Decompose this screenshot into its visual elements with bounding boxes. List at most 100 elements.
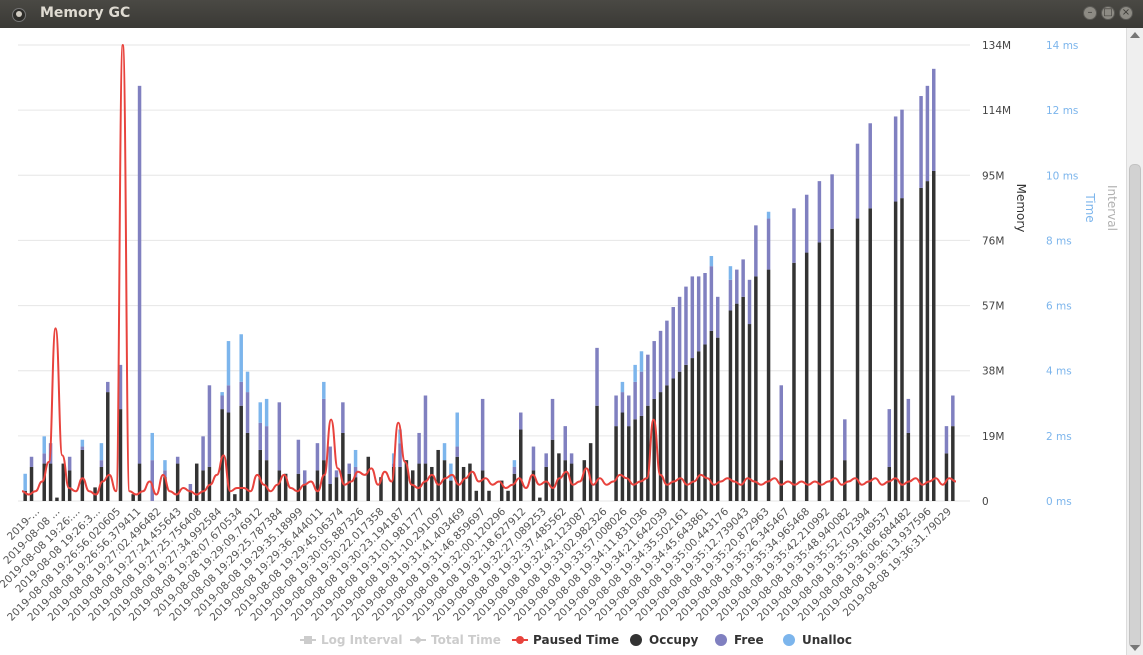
bar-occupy	[766, 269, 771, 501]
y2-tick-label: 4 ms	[1046, 366, 1072, 378]
bar-occupy	[131, 494, 135, 501]
window-title: Memory GC	[40, 5, 131, 21]
bar-free	[696, 276, 701, 352]
legend-marker	[630, 634, 642, 646]
bar-unalloc	[258, 402, 263, 423]
bar-unalloc	[42, 436, 46, 454]
bar-occupy	[684, 364, 688, 501]
bar-occupy	[677, 371, 682, 501]
bar-occupy	[347, 473, 351, 501]
bar-occupy	[264, 460, 269, 501]
legend-marker	[715, 634, 727, 646]
bar-occupy	[398, 466, 402, 501]
bar-free	[315, 443, 320, 471]
bar-occupy	[302, 483, 307, 501]
vertical-scrollbar[interactable]	[1126, 28, 1143, 655]
bar-occupy	[843, 460, 847, 501]
bar-occupy	[366, 456, 371, 501]
bar-occupy	[563, 460, 567, 501]
bar-occupy	[48, 463, 53, 501]
bar-free	[137, 85, 142, 464]
legend-marker	[516, 636, 524, 644]
bar-occupy	[29, 466, 34, 501]
bar-occupy	[544, 466, 548, 501]
bar-unalloc	[220, 392, 224, 396]
bar-free	[423, 395, 428, 464]
bar-occupy	[353, 477, 358, 501]
bar-occupy	[792, 262, 796, 501]
bar-occupy	[690, 358, 695, 501]
bar-free	[480, 398, 485, 471]
y-tick-label: 19M	[982, 431, 1004, 443]
bar-occupy	[430, 466, 434, 501]
bar-free	[925, 85, 930, 182]
bar-free	[550, 398, 555, 440]
bar-occupy	[480, 470, 485, 501]
bar-free	[804, 194, 809, 253]
bar-occupy	[855, 218, 860, 502]
bar-unalloc	[449, 463, 453, 481]
legend-item-paused-time: Paused Time	[533, 633, 619, 647]
bar-free	[220, 395, 224, 410]
minimize-icon[interactable]: –	[1083, 6, 1097, 20]
maximize-icon[interactable]: □	[1101, 6, 1115, 20]
bar-free	[175, 456, 180, 464]
bar-free	[627, 395, 631, 427]
bar-occupy	[887, 466, 892, 501]
bar-free	[226, 385, 231, 413]
legend-marker	[414, 636, 422, 644]
bar-occupy	[817, 242, 822, 501]
bar-free	[735, 269, 739, 304]
scroll-down-icon[interactable]	[1130, 645, 1140, 651]
bar-free	[42, 453, 46, 464]
bar-occupy	[900, 198, 904, 501]
bar-unalloc	[99, 443, 104, 461]
bar-free	[868, 123, 872, 209]
bar-free	[779, 385, 784, 461]
bar-free	[951, 395, 955, 427]
bar-occupy	[550, 439, 555, 501]
bar-free	[150, 460, 154, 501]
bar-free	[658, 330, 663, 393]
bar-unalloc	[442, 443, 447, 461]
bar-occupy	[506, 490, 510, 501]
bar-occupy	[512, 473, 517, 501]
bar-free	[99, 460, 104, 467]
bar-free	[201, 436, 205, 471]
close-icon[interactable]: ×	[1119, 6, 1133, 20]
bar-unalloc	[455, 412, 459, 447]
bar-free	[277, 402, 282, 471]
bar-occupy	[334, 477, 339, 501]
bar-free	[328, 446, 332, 484]
bar-occupy	[328, 483, 332, 501]
bar-occupy	[709, 330, 714, 501]
bar-unalloc	[728, 266, 733, 280]
bar-occupy	[461, 466, 466, 501]
bar-occupy	[474, 490, 479, 501]
bar-free	[747, 279, 752, 325]
bar-occupy	[595, 405, 599, 501]
bar-free	[671, 307, 675, 379]
bar-free	[258, 422, 263, 450]
scroll-up-icon[interactable]	[1130, 32, 1140, 38]
bar-unalloc	[239, 334, 243, 382]
bar-occupy	[582, 460, 587, 501]
bar-free	[906, 398, 911, 433]
scrollbar-thumb[interactable]	[1129, 164, 1141, 648]
bar-occupy	[944, 453, 949, 501]
bar-free	[29, 456, 34, 467]
bar-free	[106, 381, 110, 393]
y2-tick-label: 0 ms	[1046, 496, 1072, 508]
bar-unalloc	[23, 473, 27, 491]
y-tick-label: 114M	[982, 105, 1011, 117]
bar-occupy	[925, 181, 930, 501]
bar-unalloc	[709, 255, 714, 267]
y3-axis-title: Interval	[1105, 185, 1119, 231]
bar-free	[709, 266, 714, 331]
bar-occupy	[754, 276, 758, 501]
bar-free	[633, 381, 637, 420]
bar-occupy	[315, 470, 320, 501]
bar-unalloc	[633, 364, 637, 382]
bar-unalloc	[620, 381, 625, 393]
bar-free	[715, 296, 720, 338]
